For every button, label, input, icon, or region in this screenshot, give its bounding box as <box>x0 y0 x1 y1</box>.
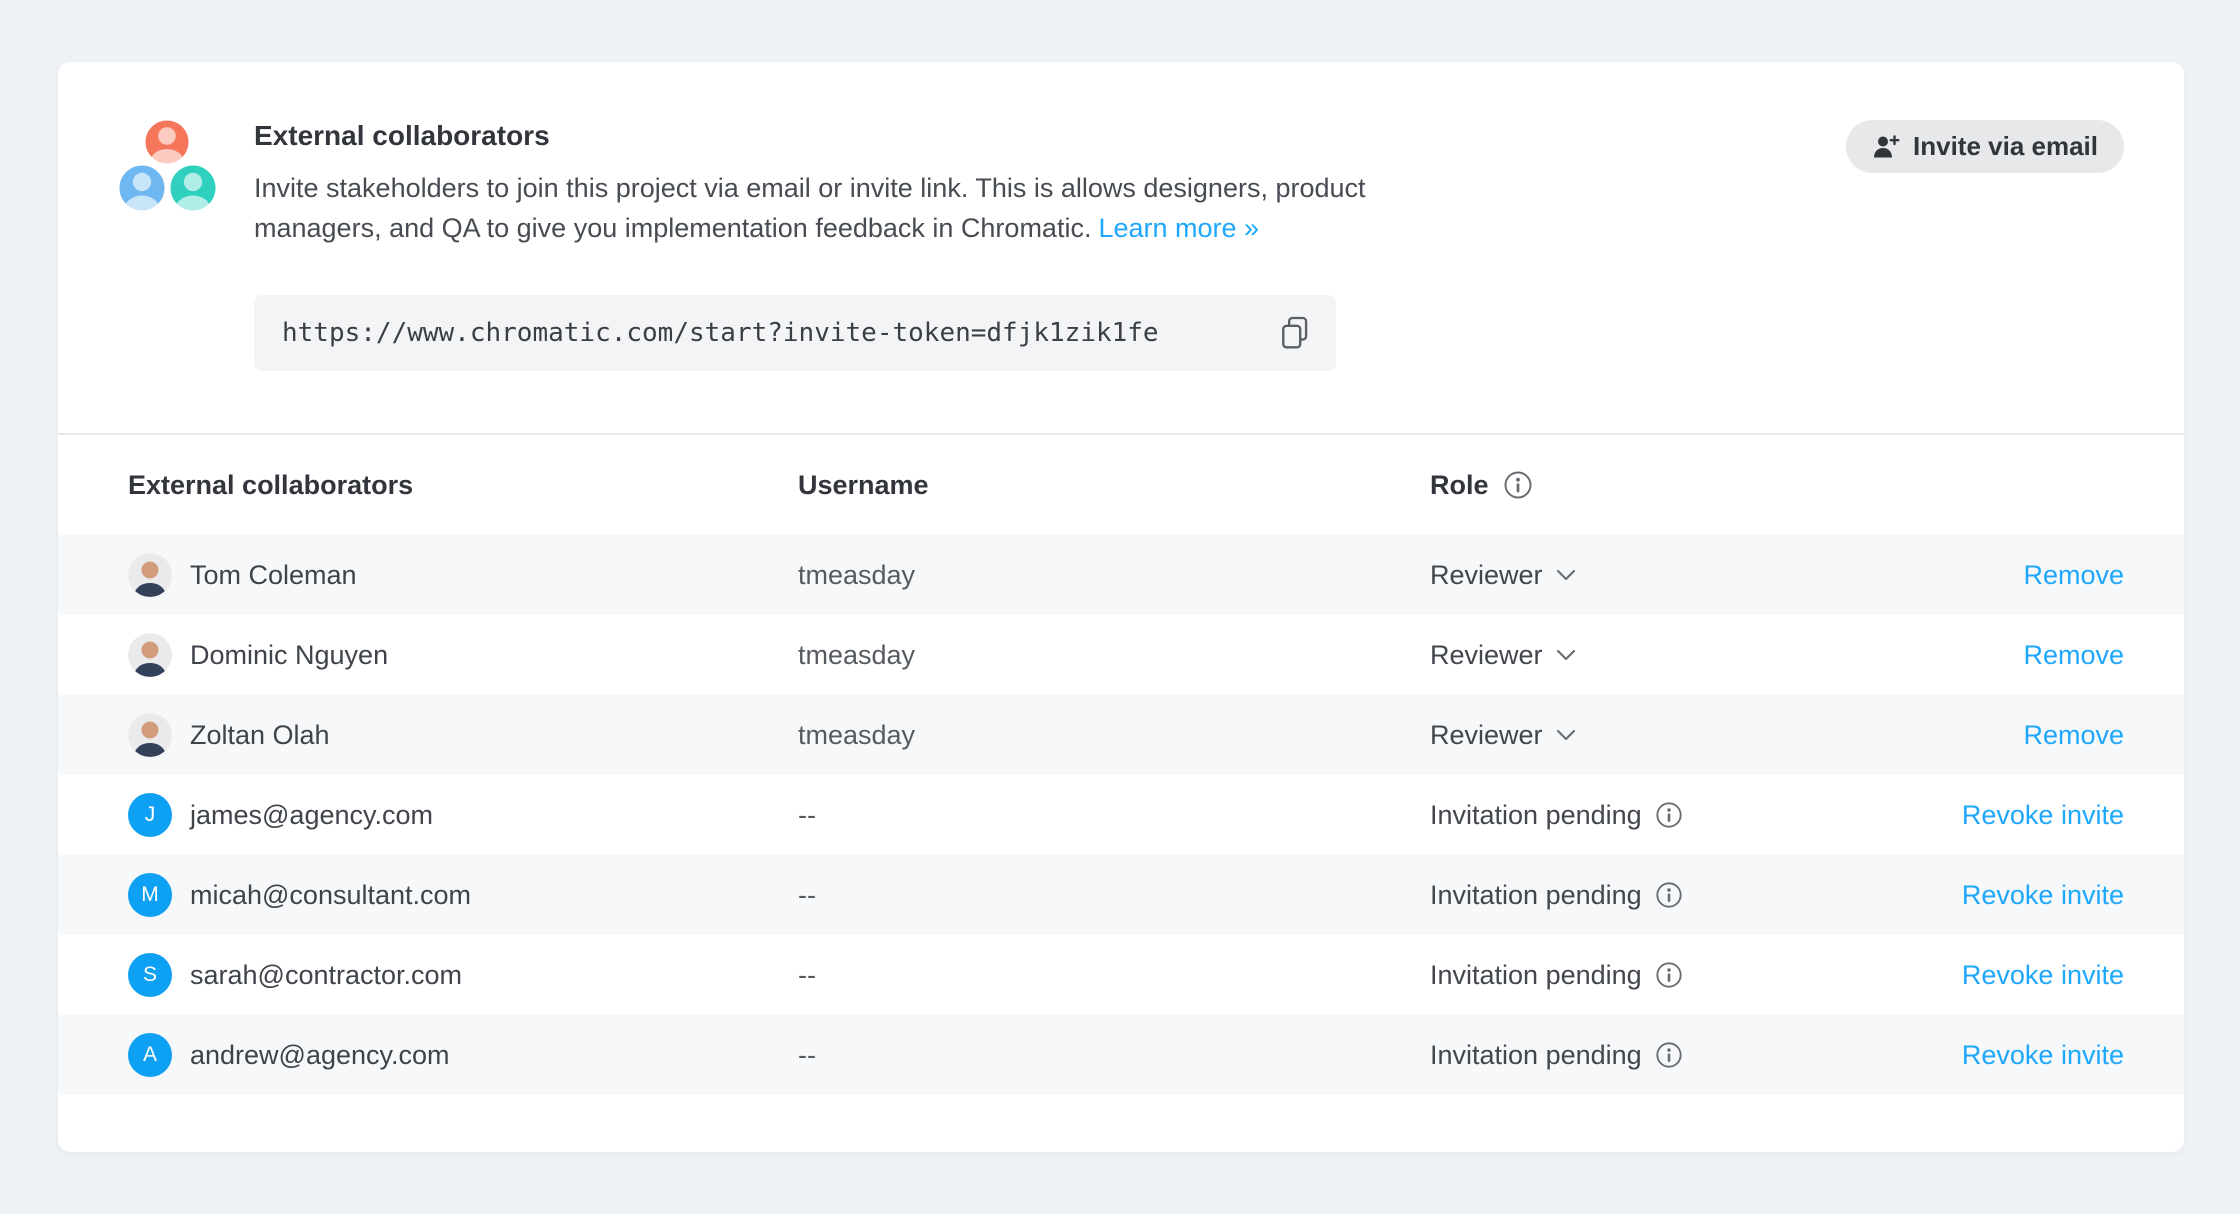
avatar-photo <box>128 553 172 597</box>
avatar-photo <box>128 713 172 757</box>
copy-icon <box>1280 316 1310 350</box>
table-row: J james@agency.com -- Invitation pending… <box>58 775 2184 855</box>
username-cell: -- <box>798 960 1430 991</box>
collaborator-name: Dominic Nguyen <box>190 640 388 671</box>
role-label: Reviewer <box>1430 720 1543 751</box>
action-cell: Revoke invite <box>1962 800 2124 831</box>
collaborator-cell: Dominic Nguyen <box>128 633 798 677</box>
username-cell: -- <box>798 880 1430 911</box>
person-plus-icon <box>1872 133 1900 161</box>
action-cell: Revoke invite <box>1962 880 2124 911</box>
column-header-username: Username <box>798 470 1430 501</box>
page-title: External collaborators <box>254 120 1574 152</box>
collaborator-name: micah@consultant.com <box>190 880 471 911</box>
collaborator-cell: S sarah@contractor.com <box>128 953 798 997</box>
info-icon[interactable] <box>1655 961 1683 989</box>
role-label: Invitation pending <box>1430 960 1642 991</box>
role-label: Reviewer <box>1430 640 1543 671</box>
role-dropdown[interactable]: Reviewer <box>1430 720 2023 751</box>
row-action-link[interactable]: Remove <box>2023 560 2124 590</box>
invite-via-email-button[interactable]: Invite via email <box>1846 120 2124 173</box>
table-header: External collaborators Username Role <box>58 435 2184 535</box>
avatar-photo <box>128 633 172 677</box>
description-line-1: Invite stakeholders to join this project… <box>254 168 1574 208</box>
table-body: Tom Coleman tmeasday Reviewer Remove <box>58 535 2184 1095</box>
avatar-initial: M <box>128 873 172 917</box>
collaborator-cell: Tom Coleman <box>128 553 798 597</box>
role-label: Invitation pending <box>1430 880 1642 911</box>
collaborator-cell: M micah@consultant.com <box>128 873 798 917</box>
username-cell: -- <box>798 800 1430 831</box>
avatar-initial: J <box>128 793 172 837</box>
description: Invite stakeholders to join this project… <box>254 168 1574 248</box>
username-cell: -- <box>798 1040 1430 1071</box>
avatar-initial: S <box>128 953 172 997</box>
collaborator-name: Zoltan Olah <box>190 720 330 751</box>
external-collaborators-card: External collaborators Invite stakeholde… <box>58 62 2184 1152</box>
collaborator-name: james@agency.com <box>190 800 433 831</box>
collaborator-cell: A andrew@agency.com <box>128 1033 798 1077</box>
chevron-down-icon <box>1556 729 1576 741</box>
info-icon[interactable] <box>1655 801 1683 829</box>
role-dropdown[interactable]: Invitation pending <box>1430 960 1962 991</box>
invite-link-text: https://www.chromatic.com/start?invite-t… <box>282 318 1159 348</box>
role-dropdown[interactable]: Invitation pending <box>1430 880 1962 911</box>
learn-more-link[interactable]: Learn more » <box>1098 213 1259 243</box>
row-action-link[interactable]: Remove <box>2023 640 2124 670</box>
row-action-link[interactable]: Revoke invite <box>1962 800 2124 830</box>
collaborator-name: Tom Coleman <box>190 560 357 591</box>
collaborators-table: External collaborators Username Role <box>58 435 2184 1095</box>
row-action-link[interactable]: Revoke invite <box>1962 1040 2124 1070</box>
avatar-initial: A <box>128 1033 172 1077</box>
username-cell: tmeasday <box>798 720 1430 751</box>
table-row: S sarah@contractor.com -- Invitation pen… <box>58 935 2184 1015</box>
role-label: Invitation pending <box>1430 800 1642 831</box>
column-header-collaborators: External collaborators <box>128 470 798 501</box>
table-row: Dominic Nguyen tmeasday Reviewer Remove <box>58 615 2184 695</box>
header-text: External collaborators Invite stakeholde… <box>254 120 1574 248</box>
role-dropdown[interactable]: Reviewer <box>1430 640 2023 671</box>
username-cell: tmeasday <box>798 560 1430 591</box>
role-label: Invitation pending <box>1430 1040 1642 1071</box>
action-cell: Revoke invite <box>1962 960 2124 991</box>
chevron-down-icon <box>1556 569 1576 581</box>
chevron-down-icon <box>1556 649 1576 661</box>
table-row: A andrew@agency.com -- Invitation pendin… <box>58 1015 2184 1095</box>
row-action-link[interactable]: Revoke invite <box>1962 960 2124 990</box>
column-header-role: Role <box>1430 470 2124 501</box>
collaborator-cell: Zoltan Olah <box>128 713 798 757</box>
table-row: Zoltan Olah tmeasday Reviewer Remove <box>58 695 2184 775</box>
action-cell: Remove <box>2023 560 2124 591</box>
collaborator-name: sarah@contractor.com <box>190 960 462 991</box>
role-dropdown[interactable]: Invitation pending <box>1430 1040 1962 1071</box>
action-cell: Remove <box>2023 640 2124 671</box>
action-cell: Revoke invite <box>1962 1040 2124 1071</box>
copy-link-button[interactable] <box>1276 312 1314 354</box>
action-cell: Remove <box>2023 720 2124 751</box>
info-icon[interactable] <box>1655 881 1683 909</box>
info-icon[interactable] <box>1655 1041 1683 1069</box>
username-cell: tmeasday <box>798 640 1430 671</box>
invite-link-box: https://www.chromatic.com/start?invite-t… <box>254 295 1336 371</box>
row-action-link[interactable]: Revoke invite <box>1962 880 2124 910</box>
info-icon[interactable] <box>1503 470 1533 500</box>
description-line-2: managers, and QA to give you implementat… <box>254 208 1574 248</box>
role-dropdown[interactable]: Reviewer <box>1430 560 2023 591</box>
table-row: Tom Coleman tmeasday Reviewer Remove <box>58 535 2184 615</box>
role-dropdown[interactable]: Invitation pending <box>1430 800 1962 831</box>
collaborator-name: andrew@agency.com <box>190 1040 450 1071</box>
table-row: M micah@consultant.com -- Invitation pen… <box>58 855 2184 935</box>
role-label: Reviewer <box>1430 560 1543 591</box>
invite-button-label: Invite via email <box>1913 131 2098 162</box>
collaborator-cell: J james@agency.com <box>128 793 798 837</box>
row-action-link[interactable]: Remove <box>2023 720 2124 750</box>
